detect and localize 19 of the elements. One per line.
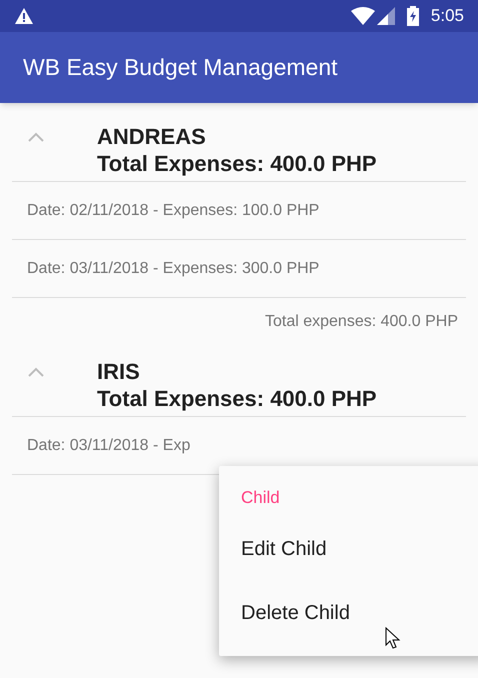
chevron-up-icon[interactable] <box>27 131 45 143</box>
app-title: WB Easy Budget Management <box>23 53 338 82</box>
expense-row[interactable]: Date: 03/11/2018 - Expenses: 300.0 PHP <box>27 256 320 280</box>
group-name: ANDREAS <box>97 123 207 150</box>
menu-item[interactable]: Delete Child <box>241 572 350 636</box>
group-footer-total: Total expenses: 400.0 PHP <box>264 312 458 332</box>
group-name: IRIS <box>97 358 141 385</box>
menu-title: Child <box>241 488 281 508</box>
warning-icon <box>14 7 34 25</box>
expense-row[interactable]: Date: 03/11/2018 - Exp <box>27 434 190 458</box>
clock: 5:05 <box>430 5 464 28</box>
expense-row[interactable]: Date: 02/11/2018 - Expenses: 100.0 PHP <box>27 198 320 222</box>
group-total: Total Expenses: 400.0 PHP <box>97 385 377 412</box>
signal-icon <box>376 7 395 25</box>
cursor-icon <box>385 627 401 651</box>
chevron-up-icon[interactable] <box>27 366 45 378</box>
group-total: Total Expenses: 400.0 PHP <box>97 150 377 177</box>
battery-icon <box>406 6 419 26</box>
menu-item[interactable]: Edit Child <box>241 508 327 572</box>
